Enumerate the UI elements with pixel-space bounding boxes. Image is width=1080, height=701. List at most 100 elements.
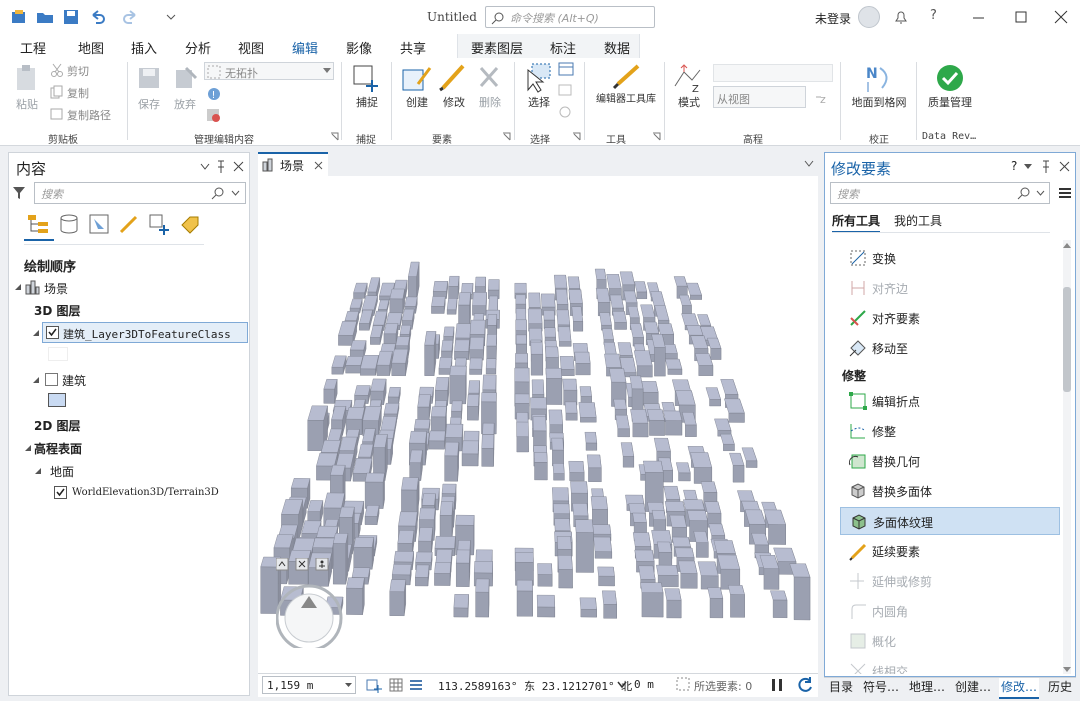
customize-icon[interactable]	[162, 8, 180, 26]
editor-toolbar-gallery[interactable]: 编辑器工具库	[592, 62, 660, 105]
layer-name[interactable]: 建筑	[62, 372, 86, 389]
clear-selection-icon[interactable]	[558, 84, 574, 98]
ground-to-grid-button[interactable]: N 地面到格网	[848, 62, 910, 110]
modify-features-button[interactable]: 修改	[437, 62, 471, 110]
tab-feature-layer[interactable]: 要素图层	[471, 38, 523, 57]
tab-history[interactable]: 历史	[1048, 678, 1072, 699]
avatar[interactable]	[858, 6, 880, 28]
quality-management-button[interactable]: 质量管理	[922, 62, 978, 110]
redo-icon[interactable]	[122, 8, 140, 26]
scrollbar-thumb[interactable]	[1063, 287, 1071, 392]
list-by-labeling-icon[interactable]	[178, 213, 200, 235]
contents-search-input[interactable]: 搜索	[34, 182, 246, 204]
modify-search-input[interactable]: 搜索	[830, 182, 1050, 204]
paste-button[interactable]: 粘贴	[14, 64, 40, 112]
tool-generalize[interactable]: 概化	[840, 627, 1060, 655]
close-icon[interactable]	[1052, 8, 1070, 26]
tool-line-intersection[interactable]: 线相交	[840, 657, 1060, 674]
tab-map[interactable]: 地图	[78, 38, 104, 57]
list-by-editing-icon[interactable]	[118, 213, 140, 235]
tab-symbology[interactable]: 符号…	[863, 678, 899, 699]
from-view-input[interactable]: 从视图	[713, 86, 806, 108]
reshape-section-heading[interactable]: 修整	[842, 367, 866, 384]
scene-node[interactable]: 场景	[44, 280, 68, 297]
command-search-input[interactable]: 命令搜索 (Alt+Q)	[485, 6, 655, 28]
attributes-icon[interactable]	[558, 62, 574, 76]
navigator-controls[interactable]	[276, 558, 366, 648]
tab-labeling[interactable]: 标注	[550, 38, 576, 57]
status-icon[interactable]: !	[206, 86, 222, 102]
layer-row-selected[interactable]: 建筑_Layer3DToFeatureClass	[42, 322, 248, 343]
notification-icon[interactable]	[892, 8, 910, 26]
table-icon[interactable]	[388, 677, 404, 693]
tab-catalog[interactable]: 目录	[829, 678, 853, 699]
tab-all-tools[interactable]: 所有工具	[832, 212, 881, 233]
undo-icon[interactable]	[88, 8, 106, 26]
tool-align-edge[interactable]: 对齐边	[840, 274, 1060, 302]
scroll-down-icon[interactable]	[1063, 667, 1071, 673]
grid-tool-icon[interactable]	[366, 677, 382, 693]
tab-view[interactable]: 视图	[238, 38, 264, 57]
tab-my-tools[interactable]: 我的工具	[894, 212, 942, 229]
2d-layers-group[interactable]: 2D 图层	[34, 417, 81, 434]
close-icon[interactable]	[1059, 161, 1070, 172]
help-icon[interactable]: ?	[930, 8, 948, 26]
scroll-up-icon[interactable]	[1063, 243, 1071, 249]
refresh-icon[interactable]	[796, 676, 814, 694]
pin-icon[interactable]	[1041, 160, 1051, 174]
snapping-button[interactable]: 捕捉	[350, 62, 384, 110]
new-project-icon[interactable]	[10, 8, 28, 26]
cut-button[interactable]: 剪切	[50, 62, 120, 78]
discard-edits-button[interactable]: 放弃	[172, 64, 198, 112]
scene-view-tab[interactable]: 场景	[258, 152, 328, 176]
zoom-selection-icon[interactable]	[558, 106, 574, 120]
save-icon[interactable]	[62, 8, 80, 26]
menu-icon[interactable]	[1058, 186, 1072, 200]
tab-insert[interactable]: 插入	[131, 38, 157, 57]
elevation-mode-button[interactable]: Z 模式	[672, 62, 706, 110]
chevron-down-icon[interactable]	[1024, 164, 1032, 170]
tab-edit[interactable]: 编辑	[292, 38, 319, 60]
create-features-button[interactable]: 创建	[400, 62, 434, 110]
copy-button[interactable]: 复制	[50, 84, 120, 100]
copy-path-button[interactable]: 复制路径	[50, 106, 125, 122]
layers-icon[interactable]	[408, 677, 424, 693]
tool-fillet[interactable]: 内圆角	[840, 597, 1060, 625]
select-button[interactable]: 选择	[522, 62, 556, 110]
open-icon[interactable]	[36, 8, 54, 26]
tool-reshape[interactable]: 修整	[840, 417, 1060, 445]
minimize-icon[interactable]	[970, 8, 988, 26]
tab-create-features[interactable]: 创建…	[955, 678, 991, 699]
tool-replace-geometry[interactable]: 替换几何	[840, 447, 1060, 475]
tool-edit-vertices[interactable]: 编辑折点	[840, 387, 1060, 415]
tool-extend-trim[interactable]: 延伸或修剪	[840, 567, 1060, 595]
tab-modify-features[interactable]: 修改…	[999, 678, 1040, 699]
errors-icon[interactable]	[206, 108, 222, 124]
3d-layers-group[interactable]: 3D 图层	[34, 302, 81, 319]
delete-button[interactable]: 删除	[473, 62, 507, 110]
help-icon[interactable]: ?	[1011, 159, 1017, 173]
sign-in-status[interactable]: 未登录	[815, 10, 851, 27]
scale-dropdown[interactable]: 1,159 m	[262, 676, 356, 694]
tool-continue-feature[interactable]: 延续要素	[840, 537, 1060, 565]
ground-surface[interactable]: 地面	[50, 463, 74, 480]
tab-project[interactable]: 工程	[20, 38, 46, 57]
pause-icon[interactable]	[770, 677, 784, 693]
tool-multipatch-texture[interactable]: 多面体纹理	[840, 507, 1060, 535]
selection-icon[interactable]	[676, 677, 692, 693]
save-edits-button[interactable]: 保存	[136, 64, 162, 112]
list-by-selection-icon[interactable]	[88, 213, 110, 235]
maximize-icon[interactable]	[1012, 8, 1030, 26]
chevron-down-icon[interactable]	[617, 681, 627, 689]
elevation-dropdown[interactable]	[713, 64, 833, 82]
tab-data[interactable]: 数据	[604, 38, 630, 57]
tool-replace-multipatch[interactable]: 替换多面体	[840, 477, 1060, 505]
topology-dropdown[interactable]: 无拓扑	[204, 62, 334, 80]
scene-view[interactable]	[258, 176, 818, 673]
tool-align-features[interactable]: 对齐要素	[840, 304, 1060, 332]
tool-transform[interactable]: 变换	[840, 244, 1060, 272]
tool-move-to[interactable]: 移动至	[840, 334, 1060, 362]
tab-analysis[interactable]: 分析	[185, 38, 211, 57]
tab-imagery[interactable]: 影像	[346, 38, 372, 57]
checkbox-unchecked-icon[interactable]	[45, 373, 58, 386]
